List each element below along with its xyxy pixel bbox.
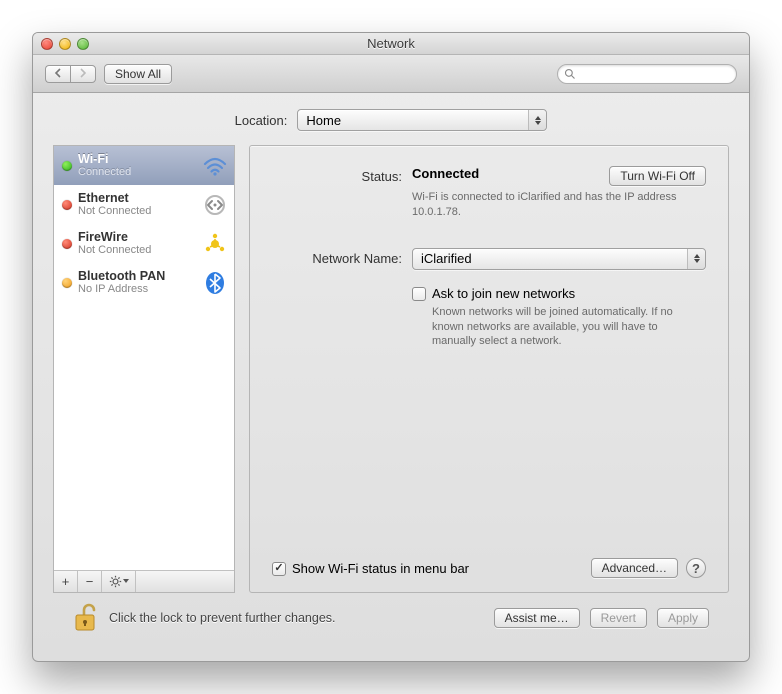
service-ethernet[interactable]: Ethernet Not Connected xyxy=(54,185,234,224)
select-arrows-icon xyxy=(687,249,705,269)
service-status: Not Connected xyxy=(78,205,196,218)
add-service-button[interactable]: + xyxy=(54,571,78,592)
body-split: Wi-Fi Connected Ethernet Not Connected xyxy=(53,145,729,593)
assist-me-button[interactable]: Assist me… xyxy=(494,608,580,628)
chevron-left-icon xyxy=(54,68,62,78)
network-prefs-window: Network Show All Location: Home xyxy=(32,32,750,662)
wifi-icon xyxy=(202,153,228,179)
status-dot-red-icon xyxy=(62,239,72,249)
status-label: Status: xyxy=(272,166,412,220)
service-status: Not Connected xyxy=(78,244,196,257)
ethernet-icon xyxy=(202,192,228,218)
service-sidebar: Wi-Fi Connected Ethernet Not Connected xyxy=(53,145,235,593)
back-button[interactable] xyxy=(45,65,70,83)
status-description: Wi-Fi is connected to iClarified and has… xyxy=(412,190,682,220)
service-firewire[interactable]: FireWire Not Connected xyxy=(54,224,234,263)
location-value: Home xyxy=(306,113,341,128)
advanced-button[interactable]: Advanced… xyxy=(591,558,678,578)
lock-text: Click the lock to prevent further change… xyxy=(109,611,336,625)
search-field[interactable] xyxy=(557,64,737,84)
forward-button[interactable] xyxy=(70,65,96,83)
service-action-button[interactable] xyxy=(102,571,136,592)
show-all-button[interactable]: Show All xyxy=(104,64,172,84)
search-icon xyxy=(564,68,576,80)
remove-service-button[interactable]: − xyxy=(78,571,102,592)
status-dot-red-icon xyxy=(62,200,72,210)
titlebar: Network xyxy=(33,33,749,55)
service-list: Wi-Fi Connected Ethernet Not Connected xyxy=(54,146,234,570)
service-name: Ethernet xyxy=(78,191,196,205)
location-label: Location: xyxy=(235,113,288,128)
chevron-down-icon xyxy=(123,579,129,584)
service-status: Connected xyxy=(78,166,196,179)
service-status: No IP Address xyxy=(78,283,196,296)
ask-join-description: Known networks will be joined automatica… xyxy=(432,305,702,350)
sidebar-toolbar: + − xyxy=(54,570,234,592)
select-arrows-icon xyxy=(528,110,546,130)
service-bluetooth-pan[interactable]: Bluetooth PAN No IP Address xyxy=(54,263,234,302)
bluetooth-icon xyxy=(202,270,228,296)
show-menubar-checkbox[interactable] xyxy=(272,562,286,576)
location-row: Location: Home xyxy=(53,109,729,131)
firewire-icon xyxy=(202,231,228,257)
footer-row: Click the lock to prevent further change… xyxy=(53,593,729,647)
service-name: Bluetooth PAN xyxy=(78,269,196,283)
status-dot-green-icon xyxy=(62,161,72,171)
chevron-right-icon xyxy=(79,68,87,78)
network-name-label: Network Name: xyxy=(272,248,412,270)
revert-button[interactable]: Revert xyxy=(590,608,647,628)
detail-panel: Status: Connected Turn Wi-Fi Off Wi-Fi i… xyxy=(249,145,729,593)
lock-open-icon xyxy=(73,603,99,633)
service-name: FireWire xyxy=(78,230,196,244)
status-value: Connected xyxy=(412,166,479,181)
nav-segmented xyxy=(45,65,96,83)
service-wifi[interactable]: Wi-Fi Connected xyxy=(54,146,234,185)
network-name-select[interactable]: iClarified xyxy=(412,248,706,270)
service-name: Wi-Fi xyxy=(78,152,196,166)
show-menubar-label: Show Wi-Fi status in menu bar xyxy=(292,561,469,576)
location-select[interactable]: Home xyxy=(297,109,547,131)
network-name-value: iClarified xyxy=(421,251,472,266)
help-button[interactable]: ? xyxy=(686,558,706,578)
ask-join-checkbox[interactable] xyxy=(412,287,426,301)
content-area: Location: Home Wi-Fi Connected xyxy=(33,93,749,661)
turn-wifi-off-button[interactable]: Turn Wi-Fi Off xyxy=(609,166,706,186)
toolbar: Show All xyxy=(33,55,749,93)
status-dot-orange-icon xyxy=(62,278,72,288)
lock-toggle[interactable] xyxy=(73,603,99,633)
ask-join-label: Ask to join new networks xyxy=(432,286,575,301)
apply-button[interactable]: Apply xyxy=(657,608,709,628)
window-title: Network xyxy=(33,36,749,51)
gear-icon xyxy=(109,575,122,588)
panel-bottom-row: Show Wi-Fi status in menu bar Advanced… … xyxy=(272,558,706,578)
